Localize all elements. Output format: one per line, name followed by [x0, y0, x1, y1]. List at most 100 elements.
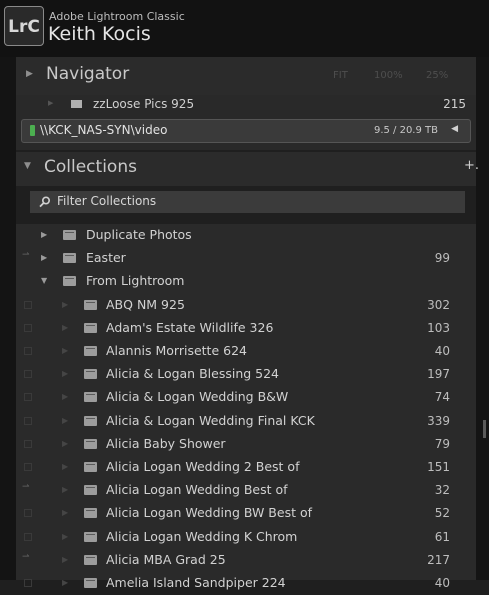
- search-icon: [39, 196, 51, 208]
- expand-triangle-icon[interactable]: ▶: [62, 439, 68, 448]
- collection-row[interactable]: ▶ Alicia Baby Shower 79: [16, 433, 476, 456]
- collection-row[interactable]: ▶ Adam's Estate Wildlife 326 103: [16, 317, 476, 340]
- sync-checkbox[interactable]: [24, 579, 32, 587]
- collapse-triangle-icon[interactable]: ▼: [41, 276, 47, 285]
- collection-label: Alannis Morrisette 624: [106, 343, 247, 358]
- panel-scrollbar[interactable]: [476, 57, 489, 580]
- collection-row[interactable]: ▶ Alicia Logan Wedding BW Best of 52: [16, 502, 476, 525]
- collection-row[interactable]: ▶ Alicia & Logan Blessing 524 197: [16, 363, 476, 386]
- collection-count: 197: [427, 367, 450, 382]
- collection-label: Amelia Island Sandpiper 224: [106, 575, 286, 590]
- volume-name: \\KCK_NAS-SYN\video: [40, 123, 168, 137]
- expand-triangle-icon[interactable]: ▶: [62, 532, 68, 541]
- collections-title: Collections: [44, 157, 137, 177]
- collection-count: 151: [427, 460, 450, 474]
- collection-label: Alicia Baby Shower: [106, 435, 226, 451]
- zoom-25-button[interactable]: 25%: [426, 70, 448, 81]
- sync-checkbox[interactable]: [24, 463, 32, 471]
- collection-row[interactable]: ▶ Duplicate Photos: [16, 224, 476, 247]
- left-panel-gutter[interactable]: [0, 57, 16, 580]
- collection-icon: [84, 485, 97, 496]
- collections-panel-header[interactable]: ▼ Collections +.: [16, 152, 479, 186]
- identity-plate[interactable]: Keith Kocis: [48, 23, 151, 45]
- collection-label: Alicia Logan Wedding Best of: [106, 482, 288, 498]
- collection-row[interactable]: ▶ Amelia Island Sandpiper 224 40: [16, 572, 476, 595]
- folders-panel: ▶ zzLoose Pics 925 215 \\KCK_NAS-SYN\vid…: [16, 95, 476, 150]
- sync-checkbox[interactable]: [24, 416, 32, 425]
- collection-row[interactable]: ▶ Alicia & Logan Wedding B&W 74: [16, 386, 476, 409]
- navigator-title: Navigator: [46, 64, 130, 84]
- disclosure-triangle-icon[interactable]: ▶: [48, 99, 53, 107]
- collection-row[interactable]: ▶ Alicia & Logan Wedding Final KCK 339: [16, 410, 476, 433]
- collapse-arrow-icon[interactable]: ◀: [451, 124, 458, 134]
- sync-checkbox[interactable]: [24, 532, 32, 541]
- expand-triangle-icon[interactable]: ▶: [62, 485, 68, 494]
- folder-label: zzLoose Pics 925: [93, 97, 195, 111]
- collection-count: 52: [434, 506, 450, 521]
- expand-triangle-icon[interactable]: ▶: [62, 369, 68, 378]
- collection-count: 74: [434, 390, 450, 405]
- navigator-panel-header[interactable]: ▶ Navigator FIT 100% 25%: [16, 57, 476, 96]
- collection-count: 61: [434, 529, 450, 544]
- expand-triangle-icon[interactable]: ▶: [62, 323, 68, 332]
- collection-count: 40: [434, 576, 450, 590]
- sync-checkbox[interactable]: [24, 370, 32, 379]
- zoom-100-button[interactable]: 100%: [374, 70, 403, 81]
- collection-set-icon: [63, 230, 76, 240]
- app-title: Adobe Lightroom Classic: [49, 10, 185, 23]
- expand-triangle-icon[interactable]: ▶: [62, 462, 68, 471]
- collection-row[interactable]: ▼ From Lightroom: [16, 270, 476, 293]
- collection-icon: [84, 531, 97, 542]
- collection-icon: [84, 299, 97, 310]
- volume-size: 9.5 / 20.9 TB: [373, 125, 438, 136]
- collection-count: 79: [434, 436, 450, 451]
- collection-row[interactable]: ▶ Alicia Logan Wedding 2 Best of 151: [16, 456, 476, 479]
- collection-label: Alicia Logan Wedding K Chrom: [106, 528, 298, 544]
- collection-label: Alicia Logan Wedding 2 Best of: [106, 459, 300, 474]
- collection-label: ABQ NM 925: [106, 296, 185, 312]
- collection-icon: [84, 462, 97, 472]
- folder-row[interactable]: ▶ zzLoose Pics 925 215: [16, 95, 476, 115]
- collection-icon: [84, 346, 97, 356]
- collection-label: Alicia & Logan Wedding Final KCK: [106, 412, 315, 428]
- add-collection-button[interactable]: +.: [464, 158, 479, 173]
- target-collection-icon[interactable]: ⇀: [22, 552, 30, 562]
- target-collection-icon[interactable]: ⇀: [22, 482, 30, 492]
- collection-row[interactable]: ⇀ ▶ Alicia MBA Grad 25 217: [16, 549, 476, 572]
- expand-triangle-icon[interactable]: ▶: [62, 346, 68, 355]
- volume-bar[interactable]: \\KCK_NAS-SYN\video 9.5 / 20.9 TB ◀: [21, 119, 471, 143]
- collection-row[interactable]: ▶ Alicia Logan Wedding K Chrom 61: [16, 526, 476, 549]
- collection-row[interactable]: ⇀ ▶ Easter 99: [16, 247, 476, 270]
- collection-icon: [84, 415, 97, 426]
- collection-set-icon: [63, 276, 76, 287]
- expand-triangle-icon[interactable]: ▶: [26, 69, 33, 79]
- sync-checkbox[interactable]: [24, 323, 32, 332]
- sync-checkbox[interactable]: [24, 509, 32, 518]
- expand-triangle-icon[interactable]: ▶: [62, 555, 68, 564]
- expand-triangle-icon[interactable]: ▶: [62, 578, 68, 587]
- expand-triangle-icon[interactable]: ▶: [41, 230, 47, 239]
- collection-count: 302: [427, 297, 450, 312]
- filter-collections-field[interactable]: Filter Collections: [30, 191, 465, 213]
- expand-triangle-icon[interactable]: ▶: [62, 392, 68, 401]
- collection-icon: [84, 392, 97, 403]
- target-collection-icon[interactable]: ⇀: [22, 250, 30, 260]
- collection-row[interactable]: ▶ ABQ NM 925 302: [16, 294, 476, 317]
- expand-triangle-icon[interactable]: ▶: [41, 253, 47, 262]
- collection-count: 99: [434, 251, 450, 266]
- folder-icon: [71, 100, 82, 108]
- expand-triangle-icon[interactable]: ▶: [62, 508, 68, 517]
- collapse-triangle-icon[interactable]: ▼: [24, 161, 31, 171]
- expand-triangle-icon[interactable]: ▶: [62, 300, 68, 309]
- collection-row[interactable]: ▶ Alannis Morrisette 624 40: [16, 340, 476, 363]
- collection-row[interactable]: ⇀ ▶ Alicia Logan Wedding Best of 32: [16, 479, 476, 502]
- sync-checkbox[interactable]: [24, 347, 32, 355]
- sync-checkbox[interactable]: [24, 300, 32, 309]
- expand-triangle-icon[interactable]: ▶: [62, 416, 68, 425]
- sync-checkbox[interactable]: [24, 439, 32, 448]
- scrollbar-thumb[interactable]: [483, 420, 486, 438]
- zoom-fit-button[interactable]: FIT: [333, 70, 348, 81]
- collection-icon: [84, 369, 97, 380]
- collection-label: Duplicate Photos: [86, 227, 192, 242]
- sync-checkbox[interactable]: [24, 393, 32, 402]
